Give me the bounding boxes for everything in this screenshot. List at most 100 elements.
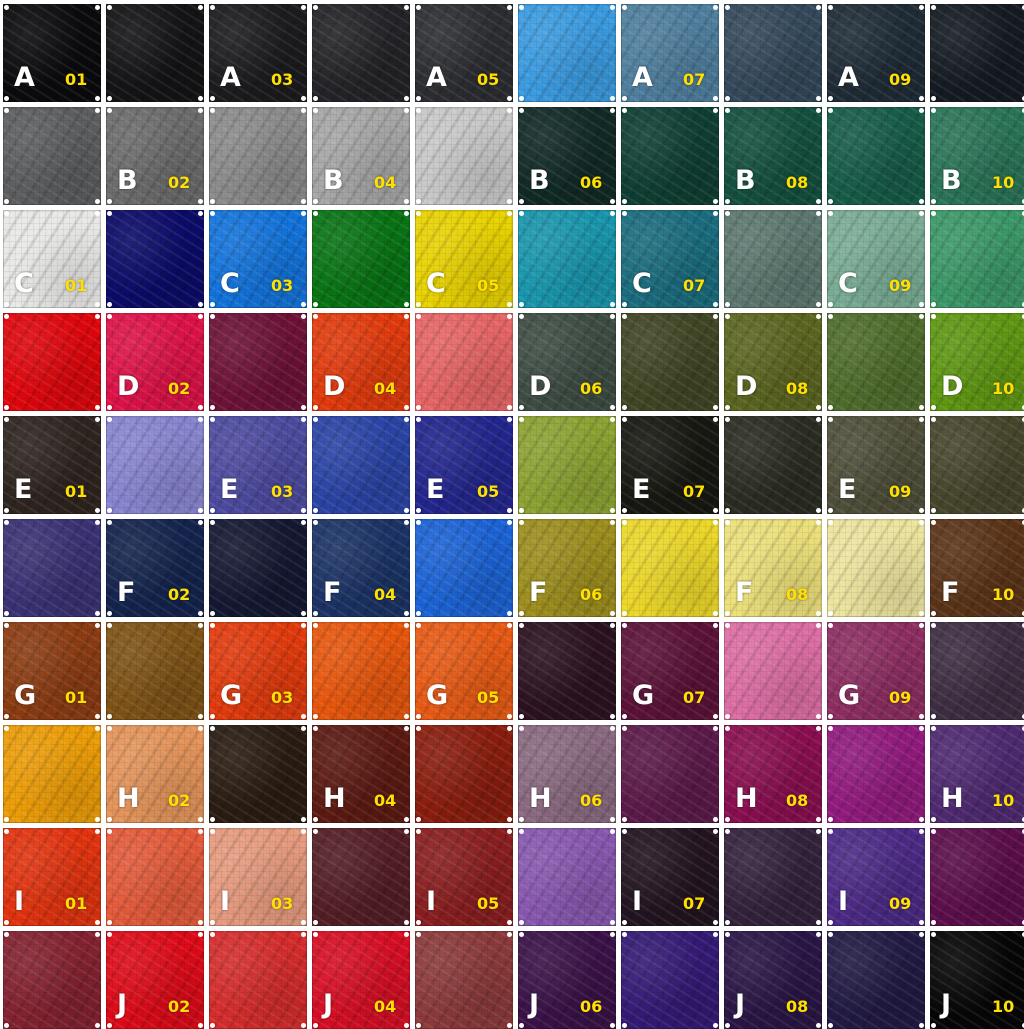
color-swatch[interactable] <box>3 107 101 205</box>
color-swatch[interactable]: B 02 <box>106 107 204 205</box>
color-swatch[interactable]: I 03 <box>209 828 307 926</box>
color-swatch[interactable] <box>621 931 719 1029</box>
color-swatch[interactable] <box>518 210 616 308</box>
color-swatch[interactable] <box>209 725 307 823</box>
color-swatch[interactable] <box>518 416 616 514</box>
color-swatch[interactable]: G 05 <box>415 622 513 720</box>
color-swatch[interactable] <box>827 725 925 823</box>
color-swatch[interactable] <box>106 210 204 308</box>
color-swatch[interactable] <box>209 931 307 1029</box>
color-swatch[interactable]: F 10 <box>930 519 1024 617</box>
color-swatch[interactable]: B 10 <box>930 107 1024 205</box>
color-swatch[interactable]: J 10 <box>930 931 1024 1029</box>
color-swatch[interactable] <box>415 313 513 411</box>
color-swatch[interactable]: D 06 <box>518 313 616 411</box>
color-swatch[interactable] <box>312 210 410 308</box>
color-swatch[interactable]: B 04 <box>312 107 410 205</box>
color-swatch[interactable] <box>621 519 719 617</box>
color-swatch[interactable]: J 08 <box>724 931 822 1029</box>
color-swatch[interactable] <box>724 210 822 308</box>
color-swatch[interactable] <box>209 107 307 205</box>
color-swatch[interactable]: H 10 <box>930 725 1024 823</box>
color-swatch[interactable]: E 07 <box>621 416 719 514</box>
color-swatch[interactable] <box>312 4 410 102</box>
color-swatch[interactable] <box>621 313 719 411</box>
color-swatch[interactable]: G 07 <box>621 622 719 720</box>
color-swatch[interactable] <box>312 416 410 514</box>
color-swatch[interactable]: E 03 <box>209 416 307 514</box>
color-swatch[interactable]: F 06 <box>518 519 616 617</box>
color-swatch[interactable]: E 01 <box>3 416 101 514</box>
color-swatch[interactable]: H 04 <box>312 725 410 823</box>
color-swatch[interactable] <box>3 725 101 823</box>
color-swatch[interactable] <box>827 107 925 205</box>
color-swatch[interactable]: C 05 <box>415 210 513 308</box>
color-swatch[interactable]: G 01 <box>3 622 101 720</box>
color-swatch[interactable]: A 05 <box>415 4 513 102</box>
color-swatch[interactable] <box>621 107 719 205</box>
color-swatch[interactable]: C 07 <box>621 210 719 308</box>
color-swatch[interactable] <box>930 416 1024 514</box>
color-swatch[interactable] <box>106 4 204 102</box>
color-swatch[interactable] <box>724 4 822 102</box>
color-swatch[interactable]: B 06 <box>518 107 616 205</box>
color-swatch[interactable] <box>415 519 513 617</box>
color-swatch[interactable]: A 03 <box>209 4 307 102</box>
color-swatch[interactable]: C 03 <box>209 210 307 308</box>
color-swatch[interactable]: H 02 <box>106 725 204 823</box>
color-swatch[interactable] <box>209 313 307 411</box>
color-swatch[interactable] <box>3 313 101 411</box>
color-swatch[interactable] <box>518 622 616 720</box>
color-swatch[interactable]: A 07 <box>621 4 719 102</box>
color-swatch[interactable] <box>724 828 822 926</box>
color-swatch[interactable] <box>724 622 822 720</box>
color-swatch[interactable] <box>106 828 204 926</box>
color-swatch[interactable]: I 05 <box>415 828 513 926</box>
color-swatch[interactable] <box>3 519 101 617</box>
color-swatch[interactable]: A 01 <box>3 4 101 102</box>
color-swatch[interactable]: G 03 <box>209 622 307 720</box>
color-swatch[interactable]: G 09 <box>827 622 925 720</box>
color-swatch[interactable] <box>106 416 204 514</box>
color-swatch[interactable] <box>827 519 925 617</box>
color-swatch[interactable] <box>724 416 822 514</box>
color-swatch[interactable]: I 01 <box>3 828 101 926</box>
color-swatch[interactable] <box>930 622 1024 720</box>
color-swatch[interactable] <box>312 622 410 720</box>
color-swatch[interactable]: J 02 <box>106 931 204 1029</box>
color-swatch[interactable] <box>3 931 101 1029</box>
color-swatch[interactable]: D 04 <box>312 313 410 411</box>
color-swatch[interactable]: F 08 <box>724 519 822 617</box>
color-swatch[interactable] <box>415 725 513 823</box>
color-swatch[interactable]: J 06 <box>518 931 616 1029</box>
color-swatch[interactable]: D 08 <box>724 313 822 411</box>
color-swatch[interactable] <box>621 725 719 823</box>
color-swatch[interactable] <box>415 107 513 205</box>
color-swatch[interactable] <box>518 828 616 926</box>
color-swatch[interactable]: E 05 <box>415 416 513 514</box>
color-swatch[interactable]: F 04 <box>312 519 410 617</box>
color-swatch[interactable] <box>827 313 925 411</box>
color-swatch[interactable] <box>415 931 513 1029</box>
color-swatch[interactable]: C 09 <box>827 210 925 308</box>
color-swatch[interactable]: J 04 <box>312 931 410 1029</box>
color-swatch[interactable]: I 07 <box>621 828 719 926</box>
color-swatch[interactable] <box>209 519 307 617</box>
color-swatch[interactable]: H 06 <box>518 725 616 823</box>
color-swatch[interactable] <box>827 931 925 1029</box>
color-swatch[interactable]: D 02 <box>106 313 204 411</box>
color-swatch[interactable]: B 08 <box>724 107 822 205</box>
color-swatch[interactable] <box>106 622 204 720</box>
color-swatch[interactable]: D 10 <box>930 313 1024 411</box>
color-swatch[interactable] <box>930 828 1024 926</box>
color-swatch[interactable] <box>930 210 1024 308</box>
color-swatch[interactable]: F 02 <box>106 519 204 617</box>
color-swatch[interactable]: E 09 <box>827 416 925 514</box>
color-swatch[interactable]: A 09 <box>827 4 925 102</box>
color-swatch[interactable]: I 09 <box>827 828 925 926</box>
color-swatch[interactable] <box>312 828 410 926</box>
color-swatch[interactable] <box>518 4 616 102</box>
color-swatch[interactable]: C 01 <box>3 210 101 308</box>
color-swatch[interactable] <box>930 4 1024 102</box>
color-swatch[interactable]: H 08 <box>724 725 822 823</box>
